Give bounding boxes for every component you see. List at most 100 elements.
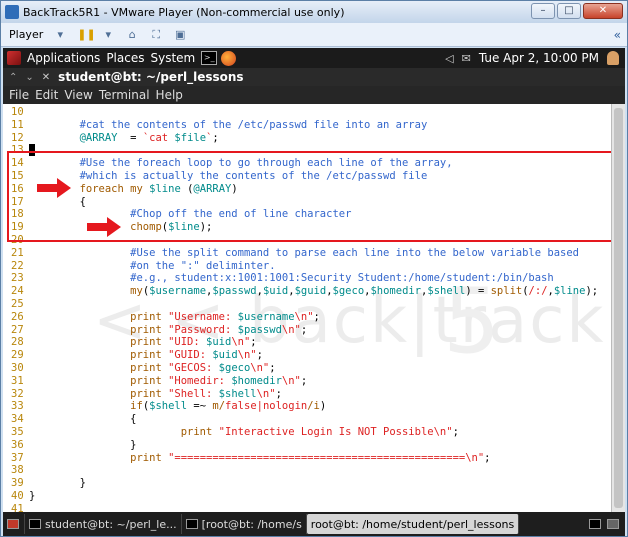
vmware-title-bar[interactable]: BackTrack5R1 - VMware Player (Non-commer… (1, 1, 627, 23)
vmware-window: BackTrack5R1 - VMware Player (Non-commer… (0, 0, 628, 537)
code-token: } (29, 477, 86, 490)
line-number: 33 (11, 400, 24, 413)
code-line: 24 my($username,$passwd,$uid,$guid,$geco… (3, 285, 598, 298)
terminal-scrollbar[interactable] (611, 104, 625, 512)
taskbar-item-label: [root@bt: /home/s (201, 517, 302, 531)
code-token: $line (553, 285, 586, 298)
code-line: 12 @ARRAY = `cat $file`; (3, 132, 219, 145)
line-number: 31 (11, 374, 24, 387)
taskbar-item[interactable]: student@bt: ~/perl_le... (25, 514, 182, 534)
send-ctrl-alt-del-icon[interactable]: ⌂ (125, 28, 139, 41)
close-icon[interactable]: ⌃ (9, 72, 17, 83)
code-token: $username (149, 285, 207, 298)
chevron-down-icon[interactable]: ▾ (101, 28, 115, 41)
menu-view[interactable]: View (64, 88, 92, 102)
places-menu[interactable]: Places (106, 51, 144, 65)
terminal-editor-area[interactable]: < < back|track 5 10 11 #cat the contents … (3, 104, 611, 512)
code-token: "Password: (168, 323, 238, 336)
code-line: 22 #on the ":" deliminter. (3, 260, 276, 273)
line-number: 24 (11, 285, 24, 298)
code-token: \n" (231, 336, 251, 349)
code-token: $guid (294, 285, 327, 298)
minimize-button[interactable]: – (531, 3, 555, 19)
code-token: $uid (206, 336, 232, 349)
player-menu-button[interactable]: Player (9, 28, 43, 41)
terminal-title-bar[interactable]: ⌃ ⌄ ✕ student@bt: ~/perl_lessons (3, 68, 625, 86)
code-token: `cat (142, 131, 175, 144)
terminal-launcher-icon[interactable]: >_ (201, 51, 218, 65)
code-token: =~ (187, 400, 213, 413)
taskbar-item-active[interactable]: root@bt: /home/student/perl_lessons (306, 514, 520, 534)
applications-menu[interactable]: Applications (27, 51, 100, 65)
code-line: 33 if($shell =~ m/false|nologin/i) (3, 400, 326, 413)
code-token: "GECOS: (168, 362, 219, 374)
code-token: print (130, 310, 162, 323)
code-token: ; (300, 374, 308, 387)
code-token: #e.g., student:x:1001:1001:Security Stud… (130, 272, 554, 285)
code-token: $uid (262, 285, 289, 298)
code-line: 34 { (3, 413, 136, 426)
line-number: 30 (11, 362, 24, 374)
code-token: ) (319, 400, 327, 413)
panel-status-area: ◁ ✉ Tue Apr 2, 10:00 PM (445, 51, 619, 65)
code-token: \n" (256, 387, 276, 400)
taskbar-tray (589, 519, 625, 529)
line-number: 35 (11, 426, 24, 438)
code-line: 38 (3, 464, 29, 477)
maximize-button[interactable]: □ (557, 3, 581, 19)
code-token: $shell (218, 387, 257, 400)
code-token: { (29, 413, 137, 426)
system-menu[interactable]: System (150, 51, 195, 65)
line-number: 25 (11, 298, 24, 310)
unity-icon[interactable]: ▣ (173, 28, 187, 41)
close-icon[interactable]: ✕ (42, 72, 50, 83)
volume-icon[interactable]: ◁ (445, 52, 453, 65)
code-token: split (490, 285, 523, 298)
code-line: 21 #Use the split command to parse each … (3, 247, 579, 260)
line-number: 11 (11, 118, 24, 131)
code-token: $username (237, 310, 295, 323)
code-token: ; (256, 349, 263, 362)
line-number: 39 (11, 477, 24, 490)
show-desktop-icon[interactable] (3, 514, 25, 534)
scrollbar-thumb[interactable] (614, 108, 623, 508)
code-line: 39 } (3, 477, 86, 490)
workspace-switcher-icon[interactable] (607, 519, 619, 529)
line-number: 28 (11, 336, 24, 349)
menu-file[interactable]: File (9, 88, 29, 102)
code-line: 26 print "Username: $username\n"; (3, 311, 320, 324)
gnome-top-panel: Applications Places System >_ ◁ ✉ Tue Ap… (3, 48, 625, 68)
clock[interactable]: Tue Apr 2, 10:00 PM (479, 51, 599, 65)
chevron-down-icon[interactable]: ▾ (53, 28, 67, 41)
menu-terminal[interactable]: Terminal (99, 88, 150, 102)
code-token: ; (275, 387, 282, 400)
code-line: 36 } (3, 439, 136, 452)
firefox-launcher-icon[interactable] (221, 50, 237, 66)
terminal-menubar: File Edit View Terminal Help (3, 86, 625, 104)
backtrack-logo-icon (7, 51, 21, 65)
menu-help[interactable]: Help (156, 88, 183, 102)
user-icon[interactable] (607, 51, 619, 65)
mail-icon[interactable]: ✉ (462, 52, 471, 65)
chevron-down-icon[interactable]: ⌄ (25, 72, 33, 83)
line-number: 10 (11, 106, 24, 118)
code-token: \n" (281, 323, 301, 336)
pause-icon[interactable]: ❚❚ (77, 28, 95, 41)
close-button[interactable]: ✕ (583, 3, 623, 19)
collapse-toolbar-icon[interactable]: « (614, 28, 621, 42)
code-token: m/ (212, 400, 226, 413)
code-token: ; (484, 451, 491, 464)
line-number: 12 (11, 131, 24, 144)
terminal-icon[interactable] (589, 519, 601, 529)
code-token: @ARRAY (79, 131, 118, 144)
menu-edit[interactable]: Edit (35, 88, 58, 102)
taskbar-item[interactable]: [root@bt: /home/s (182, 514, 307, 534)
code-token: print (130, 323, 162, 336)
full-screen-icon[interactable]: ⛶ (149, 28, 163, 41)
vmware-logo-icon (5, 5, 19, 19)
code-token: "Shell: (168, 387, 219, 400)
